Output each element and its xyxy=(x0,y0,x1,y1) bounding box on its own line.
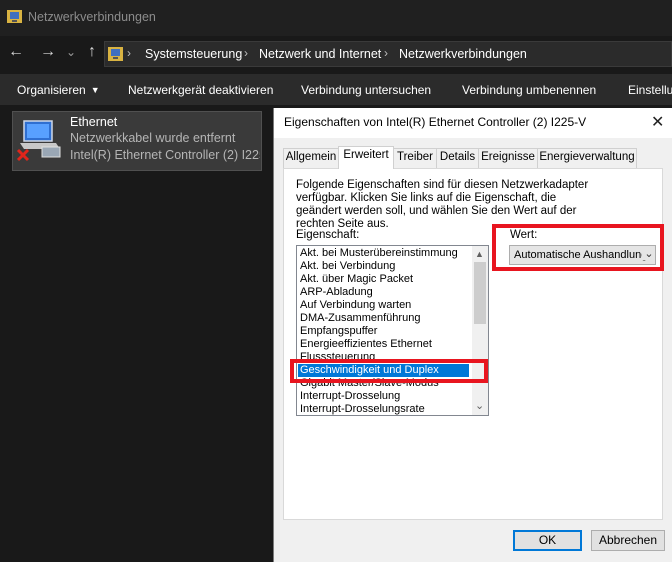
rename-connection-button[interactable]: Verbindung umbenennen xyxy=(462,83,596,97)
list-item[interactable]: ARP-Abladung xyxy=(300,286,373,299)
list-item[interactable]: Interrupt-Drosselungsrate xyxy=(300,403,425,415)
scroll-down-icon[interactable]: ⌄ xyxy=(475,399,484,412)
list-item[interactable]: Auf Verbindung warten xyxy=(300,299,411,312)
advanced-tab-panel: Folgende Eigenschaften sind für diesen N… xyxy=(283,168,664,520)
dialog-title: Eigenschaften von Intel(R) Ethernet Cont… xyxy=(284,115,587,129)
organize-label: Organisieren xyxy=(17,83,86,97)
property-list-scrollbar[interactable]: ▲ ⌄ xyxy=(472,246,488,415)
breadcrumb-separator: › xyxy=(127,46,131,60)
settings-button[interactable]: Einstellu xyxy=(628,83,672,97)
organize-button[interactable]: Organisieren ▼ xyxy=(17,83,100,97)
ethernet-adapter-item[interactable]: Ethernet Netzwerkkabel wurde entfernt In… xyxy=(12,111,262,171)
breadcrumb-network-internet[interactable]: Netzwerk und Internet xyxy=(259,47,381,61)
dialog-titlebar: Eigenschaften von Intel(R) Ethernet Cont… xyxy=(274,108,672,138)
property-label: Eigenschaft: xyxy=(296,229,360,241)
cancel-button[interactable]: Abbrechen xyxy=(591,530,665,551)
list-item[interactable]: Akt. bei Musterübereinstimmung xyxy=(300,247,458,260)
adapter-status: Netzwerkkabel wurde entfernt xyxy=(70,131,236,145)
list-item[interactable]: Akt. bei Verbindung xyxy=(300,260,395,273)
properties-dialog: Eigenschaften von Intel(R) Ethernet Cont… xyxy=(273,108,672,562)
window-title: Netzwerkverbindungen xyxy=(28,10,156,24)
network-folder-icon xyxy=(7,10,22,23)
address-bar[interactable]: › Systemsteuerung › Netzwerk und Interne… xyxy=(104,41,672,67)
list-item[interactable]: DMA-Zusammenführung xyxy=(300,312,420,325)
value-highlight xyxy=(492,224,664,271)
command-bar: Organisieren ▼ Netzwerkgerät deaktivieren… xyxy=(0,74,672,105)
list-item[interactable]: Interrupt-Drosselung xyxy=(300,390,400,403)
up-arrow-icon[interactable]: ↑ xyxy=(82,43,102,61)
tab-details[interactable]: Details xyxy=(436,148,479,168)
selected-property-highlight xyxy=(290,359,488,383)
scroll-up-icon[interactable]: ▲ xyxy=(475,249,484,259)
breadcrumb-separator: › xyxy=(244,46,248,60)
forward-arrow-icon[interactable]: → xyxy=(38,43,58,61)
network-adapter-disconnected-icon xyxy=(16,120,61,162)
recent-locations-chevron-icon[interactable]: ⌄ xyxy=(61,45,81,59)
tab-advanced[interactable]: Erweitert xyxy=(338,146,394,169)
tab-driver[interactable]: Treiber xyxy=(393,148,437,168)
scrollbar-thumb[interactable] xyxy=(474,262,486,324)
window-titlebar: Netzwerkverbindungen xyxy=(0,0,672,36)
breadcrumb-separator: › xyxy=(384,46,388,60)
ok-button[interactable]: OK xyxy=(513,530,582,551)
list-item[interactable]: Energieeffizientes Ethernet xyxy=(300,338,432,351)
tab-general[interactable]: Allgemein xyxy=(283,148,339,168)
adapter-device: Intel(R) Ethernet Controller (2) I225-V xyxy=(70,148,260,162)
close-icon[interactable]: ✕ xyxy=(651,112,664,132)
diagnose-connection-button[interactable]: Verbindung untersuchen xyxy=(301,83,431,97)
tab-events[interactable]: Ereignisse xyxy=(478,148,538,168)
breadcrumb-control-panel[interactable]: Systemsteuerung xyxy=(145,47,242,61)
tab-power-management[interactable]: Energieverwaltung xyxy=(537,148,637,168)
back-arrow-icon[interactable]: ← xyxy=(6,43,26,61)
list-item[interactable]: Akt. über Magic Packet xyxy=(300,273,413,286)
deactivate-device-button[interactable]: Netzwerkgerät deaktivieren xyxy=(128,83,273,97)
control-panel-icon xyxy=(108,47,123,61)
property-listbox[interactable]: Akt. bei Musterübereinstimmung Akt. bei … xyxy=(296,245,489,416)
adapter-name: Ethernet xyxy=(70,115,118,129)
navigation-bar: ← → ⌄ ↑ › Systemsteuerung › Netzwerk und… xyxy=(0,36,672,74)
list-item[interactable]: Empfangspuffer xyxy=(300,325,377,338)
breadcrumb-network-connections[interactable]: Netzwerkverbindungen xyxy=(399,47,527,61)
dropdown-caret-icon: ▼ xyxy=(90,85,100,95)
